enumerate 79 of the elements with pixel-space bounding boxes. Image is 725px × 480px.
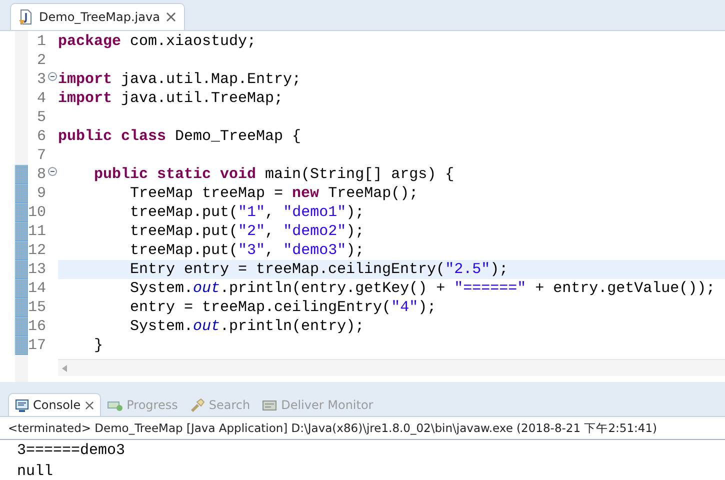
flashlight-icon bbox=[190, 398, 205, 412]
code-text: ); bbox=[346, 204, 364, 221]
line-number: 15 bbox=[28, 299, 46, 316]
code-text: treeMap.put( bbox=[129, 242, 238, 259]
code-text: TreeMap(); bbox=[327, 185, 418, 202]
line-number: 10 bbox=[28, 204, 46, 221]
string-literal: "2" bbox=[238, 223, 266, 240]
progress-icon bbox=[106, 398, 123, 412]
line-number: 7 bbox=[36, 147, 46, 164]
code-text: ); bbox=[346, 223, 364, 240]
code-text: .println(entry); bbox=[220, 318, 364, 335]
code-text: Demo_TreeMap { bbox=[174, 128, 302, 145]
line-number: 6 bbox=[36, 128, 46, 145]
tab-title: Demo_TreeMap.java bbox=[39, 10, 160, 24]
line-number: 12 bbox=[28, 242, 46, 259]
line-number: 9 bbox=[36, 185, 46, 202]
string-literal: "demo1" bbox=[283, 204, 346, 221]
code-text: ); bbox=[490, 261, 508, 278]
line-number: 5 bbox=[36, 109, 46, 126]
code-text: ); bbox=[346, 242, 364, 259]
code-text: Entry entry = treeMap.ceilingEntry( bbox=[129, 261, 446, 278]
keyword: public class bbox=[58, 128, 166, 145]
keyword: new bbox=[292, 185, 320, 202]
line-number: 11 bbox=[28, 223, 46, 240]
code-text: entry = treeMap.ceilingEntry( bbox=[129, 299, 392, 316]
line-number: 4 bbox=[36, 90, 46, 107]
view-tab[interactable]: Console bbox=[8, 393, 101, 416]
close-icon[interactable] bbox=[84, 400, 94, 410]
string-literal: "2.5" bbox=[445, 261, 490, 278]
string-literal: "demo2" bbox=[283, 223, 346, 240]
code-text: System. bbox=[129, 280, 194, 297]
code-text: System. bbox=[129, 318, 194, 335]
line-number: 3 bbox=[36, 71, 46, 88]
code-text: , bbox=[265, 223, 276, 240]
collapse-icon[interactable] bbox=[48, 167, 56, 176]
console-output: null bbox=[16, 462, 54, 480]
line-number: 2 bbox=[36, 52, 46, 69]
line-number: 17 bbox=[28, 337, 46, 354]
view-tab[interactable]: Deliver Monitor bbox=[256, 394, 380, 416]
keyword: package bbox=[58, 33, 122, 50]
code-text: TreeMap treeMap = bbox=[129, 185, 284, 202]
line-number: 8 bbox=[36, 166, 46, 183]
view-tab[interactable]: Progress bbox=[100, 394, 184, 416]
keyword: import bbox=[58, 71, 112, 88]
code-text: com.xiaostudy; bbox=[129, 33, 256, 50]
string-literal: "3" bbox=[238, 242, 266, 259]
editor-tab[interactable]: Demo_TreeMap.java bbox=[10, 3, 185, 30]
static-field: out bbox=[193, 318, 220, 335]
console-output: 3======demo3 bbox=[16, 441, 126, 461]
line-number: 13 bbox=[28, 261, 46, 278]
code-text: main(String[] args) { bbox=[264, 166, 454, 183]
collapse-icon[interactable] bbox=[48, 72, 56, 81]
panel-icon bbox=[262, 398, 278, 412]
code-text: } bbox=[93, 337, 104, 354]
static-field: out bbox=[193, 280, 220, 297]
code-text: java.util.Map.Entry; bbox=[120, 71, 302, 88]
view-tab[interactable]: Search bbox=[184, 394, 256, 416]
code-text: java.util.TreeMap; bbox=[120, 90, 284, 107]
line-number: 1 bbox=[36, 33, 46, 50]
string-literal: "1" bbox=[238, 204, 266, 221]
code-text: treeMap.put( bbox=[129, 223, 238, 240]
code-text: , bbox=[265, 242, 276, 259]
line-number: 14 bbox=[28, 280, 46, 297]
string-literal: "4" bbox=[391, 299, 418, 316]
monitor-icon bbox=[15, 398, 29, 412]
line-number: 16 bbox=[28, 318, 46, 335]
code-text: treeMap.put( bbox=[129, 204, 238, 221]
code-text: .println(entry.getKey() + bbox=[220, 280, 446, 297]
process-status: <terminated> Demo_TreeMap [Java Application] D:\Java(x86)\jre1.8.0_02\bin\javaw.exe (2018-8-21 下午2:51:41) bbox=[0, 417, 725, 440]
code-text: + entry.getValue()); bbox=[534, 280, 716, 297]
string-literal: "demo3" bbox=[283, 242, 346, 259]
code-text: ); bbox=[418, 299, 436, 316]
java-file-icon bbox=[19, 9, 33, 25]
horizontal-scrollbar[interactable] bbox=[58, 359, 725, 376]
keyword: public static void bbox=[93, 166, 256, 183]
string-literal: "======" bbox=[454, 280, 526, 297]
code-text: , bbox=[265, 204, 276, 221]
close-icon[interactable] bbox=[166, 12, 176, 22]
keyword: import bbox=[58, 90, 112, 107]
